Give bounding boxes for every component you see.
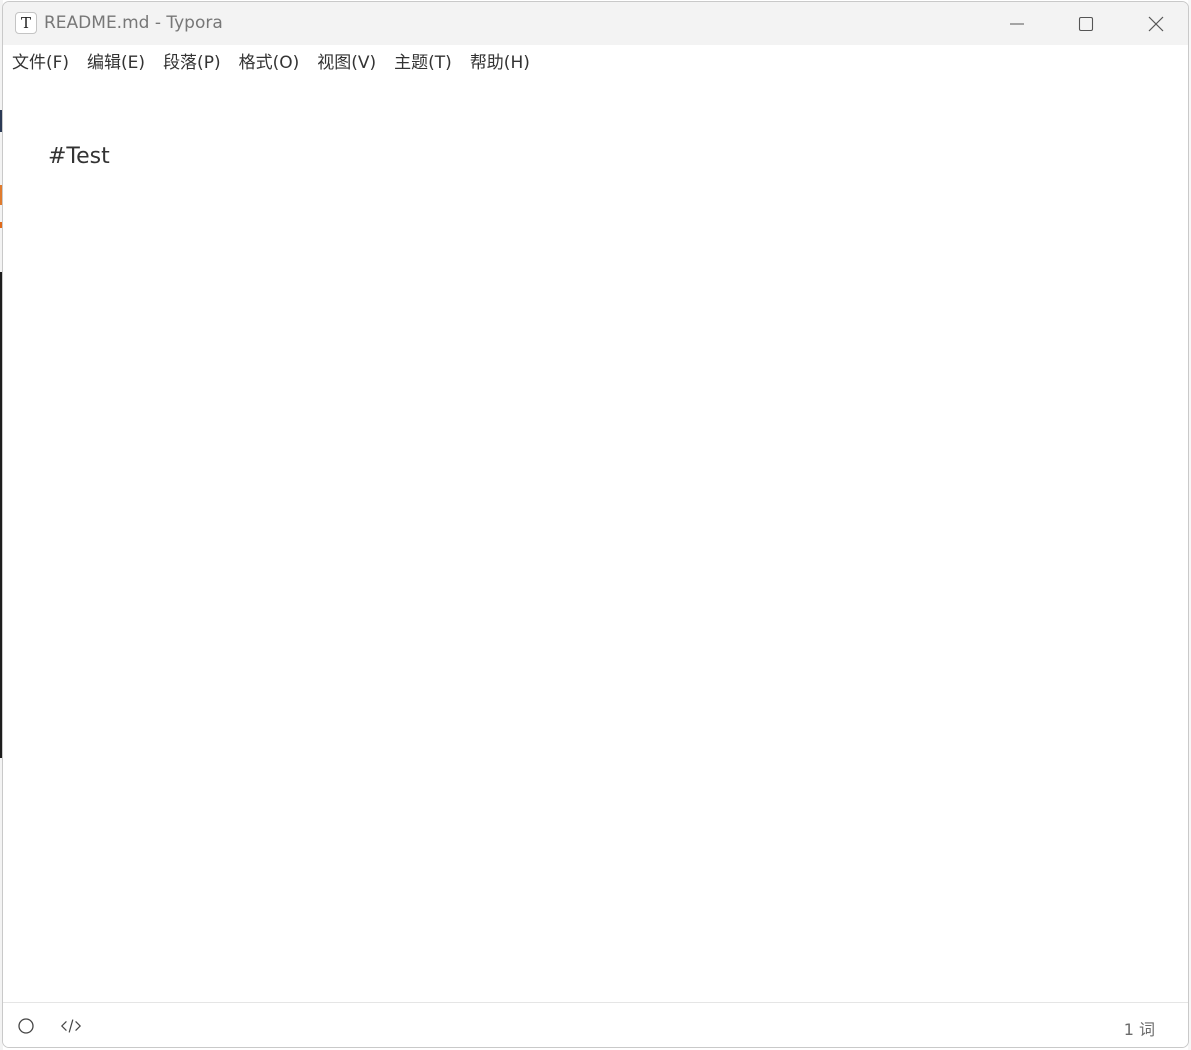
app-icon-letter: T bbox=[20, 13, 31, 32]
word-count[interactable]: 1 词 bbox=[1124, 1016, 1155, 1040]
minimize-icon bbox=[1010, 22, 1024, 25]
menu-help[interactable]: 帮助(H) bbox=[461, 45, 539, 82]
menu-paragraph[interactable]: 段落(P) bbox=[154, 45, 230, 82]
menu-format[interactable]: 格式(O) bbox=[230, 45, 309, 82]
minimize-button[interactable] bbox=[988, 2, 1046, 45]
title-bar[interactable]: T README.md - Typora bbox=[3, 2, 1188, 45]
menu-file[interactable]: 文件(F) bbox=[6, 45, 78, 82]
circle-icon bbox=[18, 1018, 34, 1034]
editor-text-line[interactable]: #Test bbox=[48, 144, 110, 169]
close-icon bbox=[1148, 16, 1164, 31]
menu-edit[interactable]: 编辑(E) bbox=[78, 45, 154, 82]
close-button[interactable] bbox=[1127, 2, 1185, 45]
maximize-button[interactable] bbox=[1057, 2, 1115, 45]
status-bar: 1 词 bbox=[3, 1002, 1188, 1047]
typora-app-icon: T bbox=[15, 12, 37, 34]
outline-toggle-button[interactable] bbox=[15, 1016, 37, 1036]
menu-theme[interactable]: 主题(T) bbox=[385, 45, 461, 82]
code-icon bbox=[60, 1019, 82, 1033]
typora-window: T README.md - Typora 文件(F) 编辑(E) 段落(P) 格… bbox=[2, 1, 1189, 1048]
maximize-icon bbox=[1078, 16, 1094, 31]
source-code-mode-button[interactable] bbox=[60, 1016, 82, 1036]
menu-view[interactable]: 视图(V) bbox=[308, 45, 385, 82]
menu-bar: 文件(F) 编辑(E) 段落(P) 格式(O) 视图(V) 主题(T) 帮助(H… bbox=[3, 45, 1188, 82]
editor-area[interactable]: #Test bbox=[3, 82, 1188, 1002]
window-title: README.md - Typora bbox=[44, 13, 223, 33]
